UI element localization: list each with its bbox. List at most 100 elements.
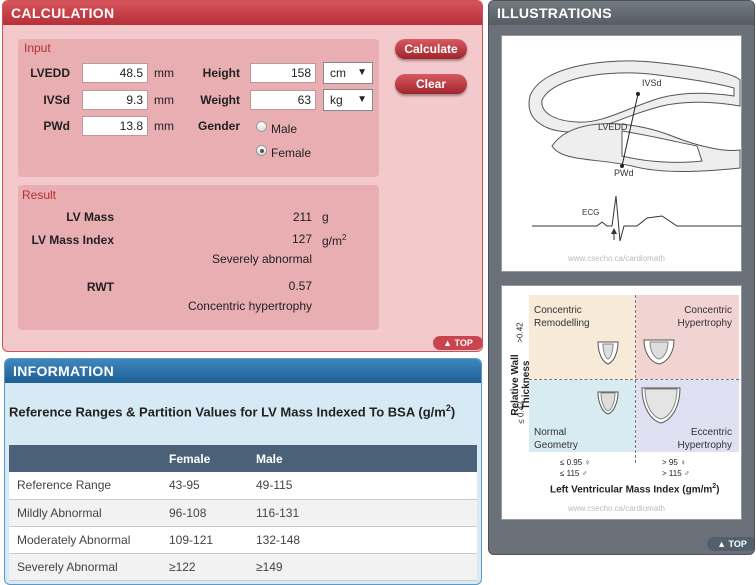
female-symbol-icon: ♀ [680, 458, 687, 467]
illustrations-title: ILLUSTRATIONS [489, 1, 754, 25]
heart-diagram-card: IVSd LVEDD PWd ECG www.csecho.ca/cardiom… [501, 35, 742, 272]
gender-female-label: Female [271, 146, 312, 160]
lv-mass-value: 211 [292, 210, 312, 224]
height-input[interactable]: 158 [250, 63, 316, 83]
information-panel: INFORMATION Reference Ranges & Partition… [4, 358, 482, 585]
x-left-label-1: ≤ 0.95 ♀ [560, 458, 591, 467]
calculate-button[interactable]: Calculate [395, 39, 467, 59]
pwd-input[interactable]: 13.8 [82, 116, 148, 136]
weight-input[interactable]: 63 [250, 90, 316, 110]
lv-mass-index-value: 127 [291, 232, 312, 246]
small-thick-heart-icon [597, 341, 619, 365]
x-axis-label: Left Ventricular Mass Index (gm/m2) [550, 483, 720, 496]
ivsd-input[interactable]: 9.3 [82, 90, 148, 110]
lvedd-input[interactable]: 48.5 [82, 63, 148, 83]
height-unit-select[interactable]: cm ▼ [323, 62, 373, 84]
top-button[interactable]: ▲ TOP [433, 336, 482, 350]
table-row: Severely Abnormal ≥122 ≥149 [9, 553, 477, 581]
chart-credit: www.csecho.ca/cardiomath [568, 504, 665, 513]
row-label: Mildly Abnormal [9, 499, 169, 527]
male-value: ≥149 [256, 553, 477, 581]
weight-unit-select[interactable]: kg ▼ [323, 89, 373, 111]
table-header: Female Male [9, 445, 477, 472]
lv-mass-index-interpretation: Severely abnormal [211, 252, 312, 266]
lv-mass-index-unit: g/m2 [322, 233, 347, 248]
pwd-diagram-label: PWd [614, 168, 634, 178]
lv-mass-index-label: LV Mass Index [31, 233, 114, 247]
vertical-divider [635, 295, 636, 463]
eccentric-hypertrophy-label: Eccentric Hypertrophy [677, 427, 732, 451]
lvedd-unit: mm [154, 66, 174, 80]
male-value: 132-148 [256, 526, 477, 554]
male-value: 49-115 [256, 472, 477, 500]
normal-geometry-label: Normal Geometry [534, 427, 578, 451]
column-header-female: Female [169, 445, 256, 472]
ecg-label: ECG [582, 208, 600, 217]
weight-label: Weight [200, 93, 240, 107]
concentric-remodelling-label: Concentric Remodelling [534, 305, 590, 329]
chevron-down-icon: ▼ [357, 94, 367, 105]
ivsd-diagram-label: IVSd [642, 78, 662, 88]
gender-male-radio[interactable] [256, 121, 267, 132]
information-title: INFORMATION [5, 359, 481, 383]
input-section: Input LVEDD 48.5 mm IVSd 9.3 mm PWd 13.8… [18, 39, 379, 177]
top-button[interactable]: ▲ TOP [707, 537, 754, 551]
table-row: Mildly Abnormal 96-108 116-131 [9, 499, 477, 527]
female-value: 109-121 [169, 526, 256, 554]
ivsd-unit: mm [154, 93, 174, 107]
chevron-down-icon: ▼ [357, 67, 367, 78]
clear-button[interactable]: Clear [395, 74, 467, 94]
calculation-title: CALCULATION [3, 1, 482, 25]
large-thick-heart-icon [643, 339, 675, 365]
illustrations-panel: ILLUSTRATIONS IVSd LVEDD PWd ECG www.cse… [488, 0, 755, 555]
information-heading: Reference Ranges & Partition Values for … [9, 403, 456, 420]
height-label: Height [202, 66, 240, 80]
result-label: Result [22, 188, 57, 202]
male-value: 116-131 [256, 499, 477, 527]
lvedd-diagram-label: LVEDD [598, 122, 628, 132]
rwt-interpretation: Concentric hypertrophy [187, 299, 312, 313]
weight-unit-value: kg [330, 93, 343, 107]
ivsd-label: IVSd [43, 93, 70, 107]
lvedd-label: LVEDD [30, 66, 70, 80]
row-label: Reference Range [9, 472, 169, 500]
rwt-label: RWT [86, 280, 114, 294]
gender-male-label: Male [271, 122, 298, 136]
lv-mass-label: LV Mass [66, 210, 114, 224]
height-unit-value: cm [330, 66, 346, 80]
pwd-label: PWd [43, 119, 70, 133]
x-left-label-2: ≤ 115 ♂ [560, 469, 588, 478]
up-arrow-icon: ▲ [717, 539, 727, 549]
up-arrow-icon: ▲ [443, 338, 453, 348]
female-value: 43-95 [169, 472, 256, 500]
x-right-label-1: > 95 ♀ [662, 458, 687, 467]
reference-table: Female Male Reference Range 43-95 49-115… [9, 445, 477, 581]
lv-mass-unit: g [322, 210, 329, 224]
gender-label: Gender [197, 119, 240, 133]
male-symbol-icon: ♂ [683, 469, 690, 478]
row-label: Moderately Abnormal [9, 526, 169, 554]
table-row: Reference Range 43-95 49-115 [9, 472, 477, 500]
geometry-chart-card: Concentric Remodelling Concentric Hypert… [501, 285, 742, 520]
pwd-unit: mm [154, 119, 174, 133]
calculation-panel: CALCULATION Input LVEDD 48.5 mm IVSd 9.3… [2, 0, 483, 352]
horizontal-divider [529, 379, 739, 380]
input-label: Input [24, 41, 51, 55]
column-header [9, 445, 169, 472]
rwt-value: 0.57 [288, 279, 312, 293]
gender-female-radio[interactable] [256, 145, 267, 156]
y-high-label: >0.42 [515, 322, 525, 343]
diagram-credit: www.csecho.ca/cardiomath [568, 254, 665, 263]
column-header-male: Male [256, 445, 477, 472]
table-row: Moderately Abnormal 109-121 132-148 [9, 526, 477, 554]
concentric-hypertrophy-label: Concentric Hypertrophy [677, 305, 732, 329]
row-label: Severely Abnormal [9, 553, 169, 581]
heart-diagram [528, 60, 742, 242]
large-dilated-heart-icon [641, 387, 681, 424]
y-low-label: ≤ 0.42 [516, 401, 526, 424]
x-right-label-2: > 115 ♂ [662, 469, 690, 478]
female-symbol-icon: ♀ [584, 458, 591, 467]
female-value: 96-108 [169, 499, 256, 527]
result-section: Result LV Mass 211 g LV Mass Index 127 g… [18, 185, 379, 330]
small-normal-heart-icon [597, 391, 619, 415]
